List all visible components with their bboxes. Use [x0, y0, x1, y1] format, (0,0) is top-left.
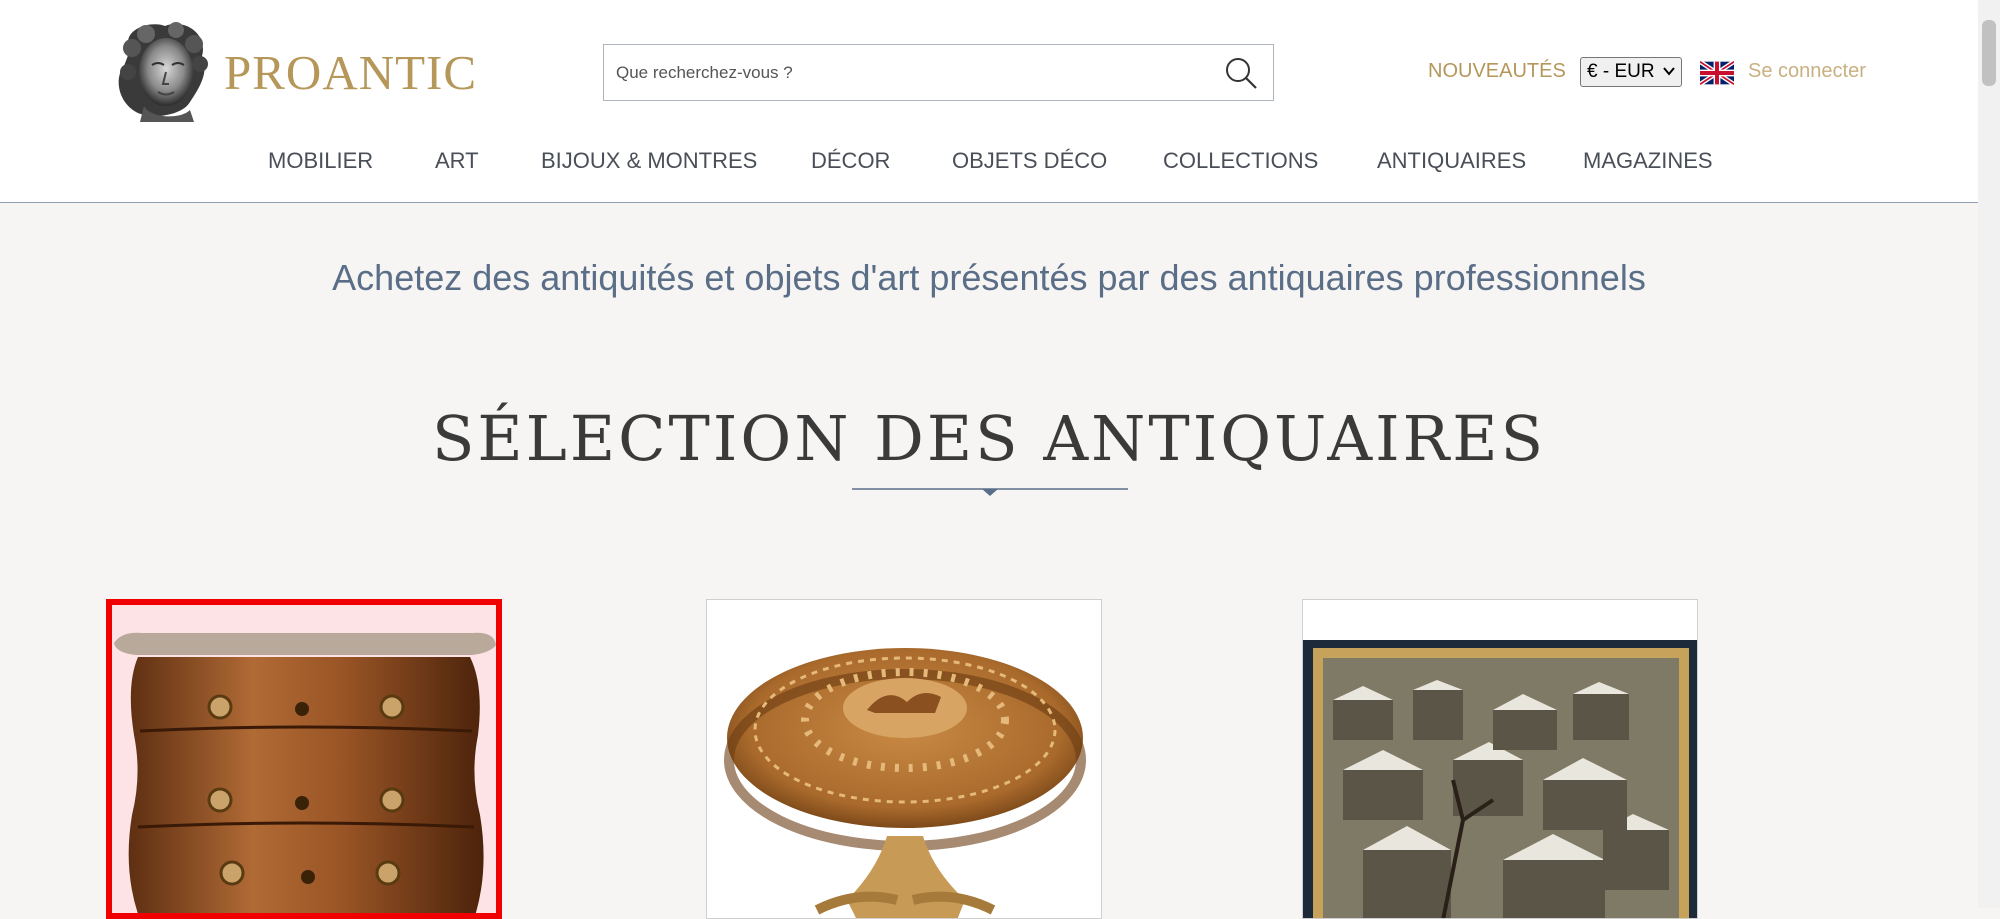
- product-card-table[interactable]: [706, 599, 1102, 919]
- site-tagline: Achetez des antiquités et objets d'art p…: [332, 257, 1646, 298]
- main-nav: MOBILIER ART BIJOUX & MONTRES DÉCOR OBJE…: [0, 148, 1978, 178]
- product-card-painting[interactable]: [1302, 599, 1698, 919]
- currency-value: € - EUR: [1587, 61, 1655, 82]
- painting-image: [1303, 640, 1697, 918]
- site-header: PROANTIC NOUVEAUTÉS € - EUR Se connecter…: [0, 0, 1978, 203]
- search-input[interactable]: [614, 53, 1198, 93]
- logo-text[interactable]: PROANTIC: [224, 44, 477, 101]
- nav-item-collections[interactable]: COLLECTIONS: [1163, 148, 1318, 174]
- nav-item-objets-deco[interactable]: OBJETS DÉCO: [952, 148, 1107, 174]
- table-image: [724, 648, 1086, 918]
- section-divider: [852, 488, 1128, 496]
- nav-item-antiquaires[interactable]: ANTIQUAIRES: [1377, 148, 1526, 174]
- nav-item-magazines[interactable]: MAGAZINES: [1583, 148, 1713, 174]
- login-link[interactable]: Se connecter: [1748, 60, 1866, 83]
- nav-item-art[interactable]: ART: [435, 148, 479, 174]
- logo-bust-icon[interactable]: [110, 20, 210, 122]
- chevron-down-icon: [1663, 67, 1675, 76]
- product-card-commode[interactable]: [106, 599, 502, 919]
- new-arrivals-link[interactable]: NOUVEAUTÉS: [1428, 60, 1566, 83]
- nav-item-mobilier[interactable]: MOBILIER: [268, 148, 373, 174]
- currency-select[interactable]: € - EUR: [1580, 57, 1682, 87]
- nav-item-bijoux-montres[interactable]: BIJOUX & MONTRES: [541, 148, 757, 174]
- search-icon[interactable]: [1223, 55, 1259, 91]
- search-box: [603, 44, 1274, 101]
- nav-item-decor[interactable]: DÉCOR: [811, 148, 890, 174]
- scrollbar-thumb[interactable]: [1982, 20, 1996, 86]
- page-scrollbar[interactable]: [1978, 0, 2000, 908]
- section-title: SÉLECTION DES ANTIQUAIRES: [431, 402, 1547, 475]
- uk-flag-icon[interactable]: [1700, 60, 1734, 86]
- commode-image: [114, 632, 496, 913]
